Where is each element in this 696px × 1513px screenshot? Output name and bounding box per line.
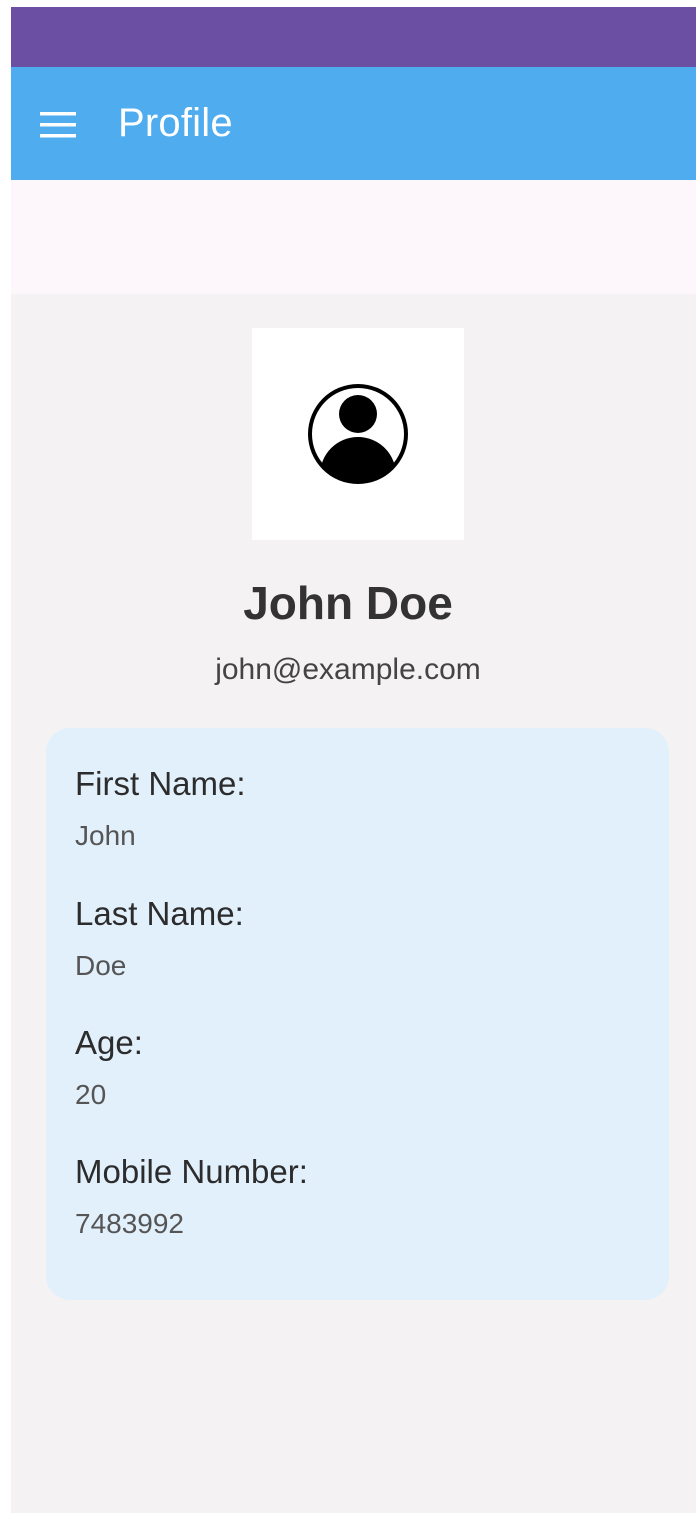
avatar: [252, 328, 464, 540]
app-bar: Profile: [11, 67, 696, 180]
hamburger-menu-icon: [40, 112, 76, 138]
status-bar: [11, 7, 696, 67]
field-value: 7483992: [75, 1208, 185, 1239]
field-label: Last Name:: [75, 895, 244, 932]
profile-name: John Doe: [243, 577, 453, 629]
field-value: John: [75, 820, 136, 851]
first-name-field: First Name: John: [75, 764, 246, 854]
profile-details-card: First Name: John Last Name: Doe Age: 20 …: [46, 728, 669, 1300]
page-title: Profile: [118, 101, 233, 145]
account-circle-icon: [308, 384, 408, 484]
menu-button[interactable]: [39, 107, 77, 143]
last-name-field: Last Name: Doe: [75, 894, 244, 984]
field-label: Age:: [75, 1024, 143, 1061]
screen: Profile John Doe john@example.com First …: [11, 7, 696, 1513]
field-value: Doe: [75, 950, 127, 981]
field-value: 20: [75, 1079, 107, 1110]
age-field: Age: 20: [75, 1023, 143, 1113]
profile-email: john@example.com: [215, 653, 481, 686]
mobile-number-field: Mobile Number: 7483992: [75, 1152, 308, 1242]
field-label: First Name:: [75, 765, 246, 802]
header-strip: [11, 180, 696, 294]
field-label: Mobile Number:: [75, 1153, 308, 1190]
